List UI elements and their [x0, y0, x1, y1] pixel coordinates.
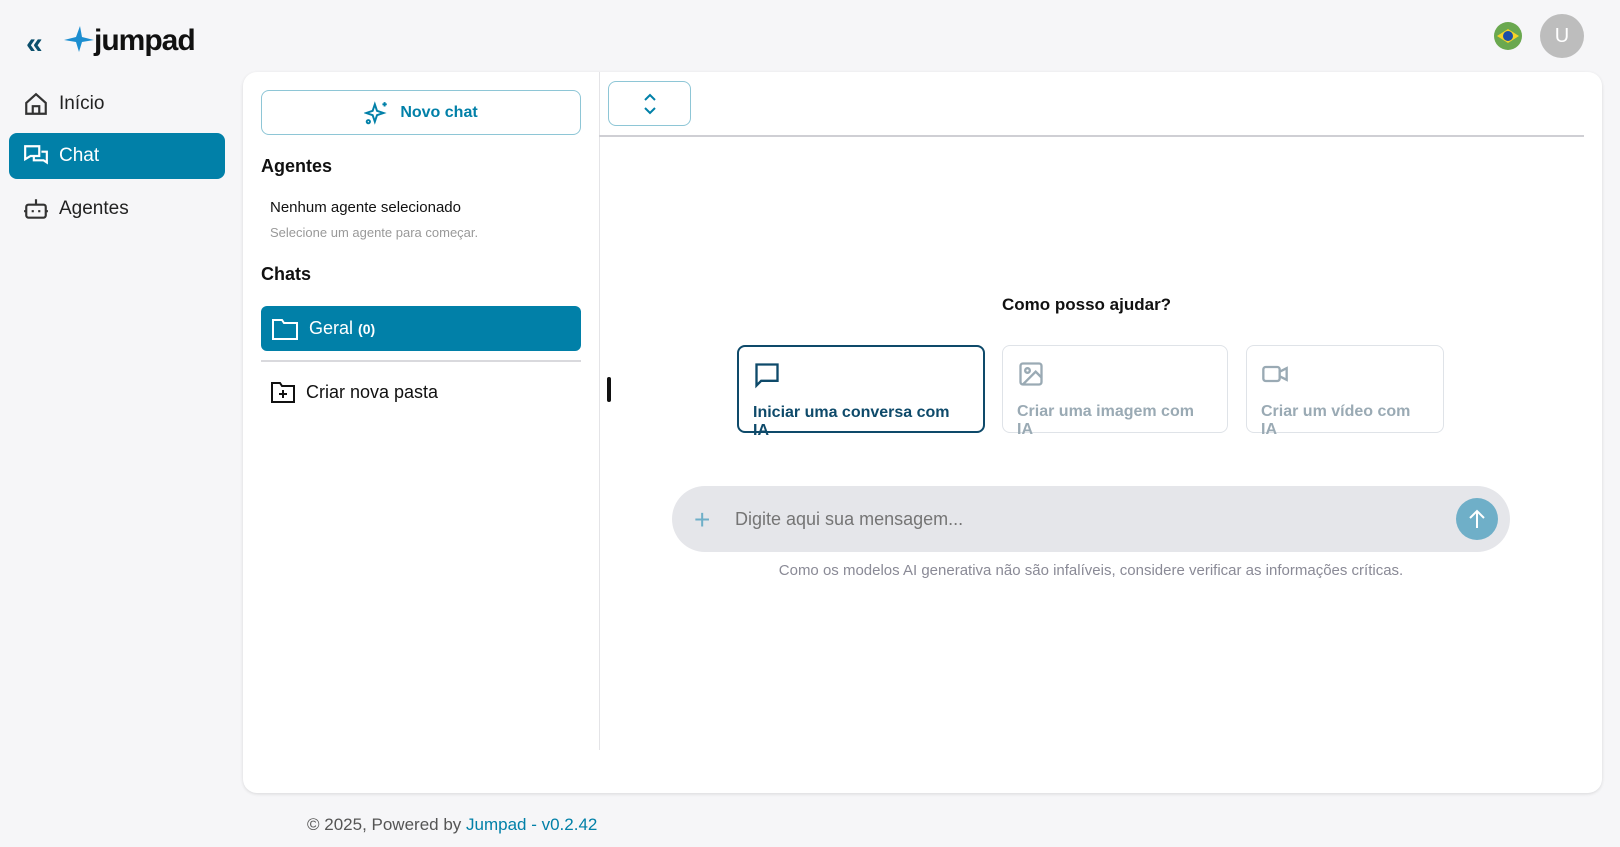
option-label: Iniciar uma conversa com IA	[753, 404, 950, 439]
message-square-icon	[755, 363, 779, 389]
footer-text: © 2025, Powered by	[307, 815, 467, 834]
folder-icon	[272, 318, 298, 340]
video-icon	[1262, 365, 1288, 383]
create-folder-label: Criar nova pasta	[306, 381, 439, 402]
image-icon	[1019, 362, 1043, 386]
disclaimer-text: Como os modelos AI generativa não são in…	[778, 562, 1404, 579]
new-chat-button[interactable]: Novo chat	[261, 90, 581, 135]
user-avatar[interactable]: U	[1540, 14, 1584, 58]
sidebar-item-agentes[interactable]: Agentes	[9, 186, 225, 232]
no-agent-text: Nenhum agente selecionado	[270, 199, 461, 216]
arrow-up-icon	[1469, 509, 1485, 528]
option-image[interactable]: Criar uma imagem com IA	[1002, 345, 1228, 438]
attach-plus-button[interactable]: +	[694, 506, 710, 534]
sidebar-item-label: Agentes	[59, 198, 129, 219]
footer-link[interactable]: Jumpad - v0.2.42	[466, 815, 597, 834]
sidebar-item-label: Início	[59, 93, 105, 114]
folder-divider	[261, 360, 581, 362]
language-flag-button[interactable]	[1494, 22, 1522, 50]
logo-text: jumpad	[94, 24, 196, 57]
model-selector[interactable]	[608, 81, 691, 126]
folder-count: (0)	[358, 321, 376, 337]
sparkles-icon	[364, 100, 388, 125]
option-label: Criar uma imagem com IA	[1017, 403, 1194, 438]
collapse-sidebar-button[interactable]: «	[26, 29, 43, 59]
star-logo-icon	[64, 26, 94, 52]
folder-name: Geral	[309, 318, 354, 338]
header-divider	[599, 135, 1584, 137]
message-input[interactable]	[735, 500, 1435, 538]
sidebar-item-inicio[interactable]: Início	[9, 81, 225, 127]
prompt-title: Como posso ajudar?	[1002, 295, 1172, 314]
option-label: Criar um vídeo com IA	[1261, 403, 1411, 438]
brazil-flag-icon	[1497, 29, 1519, 43]
resize-handle[interactable]	[607, 377, 611, 402]
agents-heading: Agentes	[261, 156, 333, 176]
option-video[interactable]: Criar um vídeo com IA	[1246, 345, 1444, 438]
footer: © 2025, Powered by Jumpad - v0.2.42	[307, 815, 597, 835]
new-chat-label: Novo chat	[400, 103, 478, 121]
no-agent-hint: Selecione um agente para começar.	[270, 225, 479, 240]
send-button[interactable]	[1456, 498, 1498, 540]
home-icon	[25, 92, 47, 115]
jumpad-logo: jumpad	[64, 24, 196, 58]
chevron-up-down-icon	[643, 93, 656, 114]
avatar-initial: U	[1554, 24, 1570, 47]
chat-icon	[24, 145, 48, 165]
robot-icon	[24, 199, 48, 219]
folder-geral[interactable]: Geral (0)	[261, 306, 581, 351]
option-chat[interactable]: Iniciar uma conversa com IA	[737, 345, 985, 439]
sidebar-item-label: Chat	[59, 145, 100, 166]
create-folder-button[interactable]: Criar nova pasta	[270, 380, 438, 404]
folder-plus-icon	[271, 382, 295, 403]
sidebar-item-chat[interactable]: Chat	[9, 133, 225, 179]
panel-divider	[599, 72, 600, 750]
chats-heading: Chats	[261, 264, 312, 284]
